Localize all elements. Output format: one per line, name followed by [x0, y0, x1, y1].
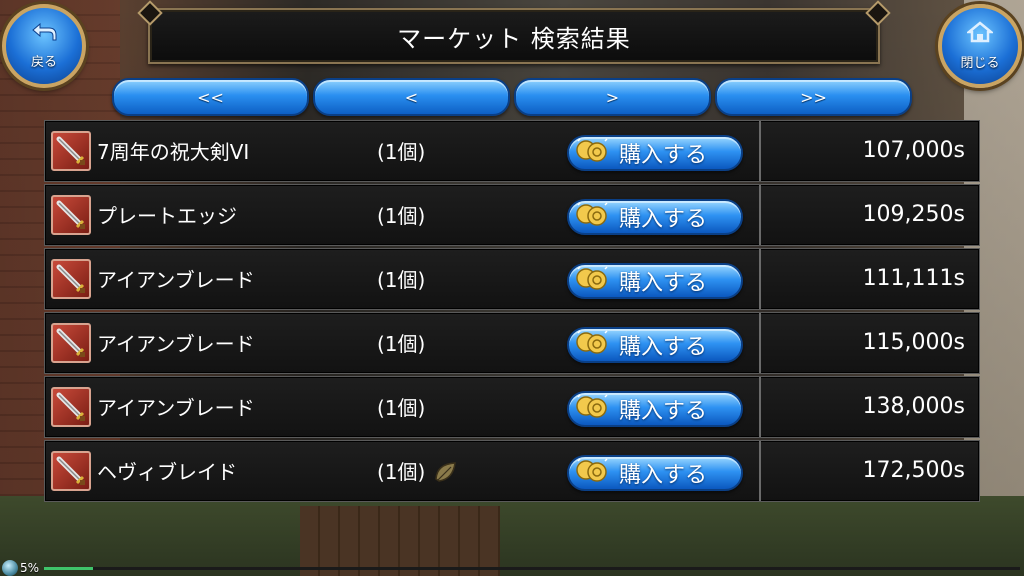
buy-label: 購入する — [619, 463, 708, 488]
page-title-bar: マーケット 検索結果 — [148, 8, 880, 64]
item-price: 115,000s — [759, 313, 979, 373]
leaf-icon — [433, 459, 459, 489]
pagination: << < > >> — [112, 78, 912, 116]
item-quantity: (1個) — [377, 332, 426, 356]
item-name: 7周年の祝大剣VI — [97, 140, 250, 164]
home-icon — [965, 21, 995, 48]
buy-label: 購入する — [619, 271, 708, 296]
buy-label: 購入する — [619, 335, 708, 360]
coin-icon — [575, 393, 609, 425]
item-price: 109,250s — [759, 185, 979, 245]
page-prev-button[interactable]: < — [313, 78, 510, 116]
item-price: 107,000s — [759, 121, 979, 181]
progress-bar — [44, 567, 1020, 570]
item-name: ヘヴィブレイド — [97, 460, 237, 484]
item-price: 111,111s — [759, 249, 979, 309]
buy-button[interactable]: 購入する — [567, 135, 743, 171]
buy-label: 購入する — [619, 207, 708, 232]
page-next-button[interactable]: > — [514, 78, 711, 116]
buy-label: 購入する — [619, 399, 708, 424]
buy-button[interactable]: 購入する — [567, 455, 743, 491]
list-item: アイアンブレード (1個) 購入する 111,111s — [44, 248, 980, 310]
buy-button[interactable]: 購入する — [567, 199, 743, 235]
sword-icon — [51, 323, 91, 363]
list-item: プレートエッジ (1個) 購入する 109,250s — [44, 184, 980, 246]
item-name: アイアンブレード — [97, 396, 255, 420]
buy-button[interactable]: 購入する — [567, 327, 743, 363]
sword-icon — [51, 131, 91, 171]
item-quantity: (1個) — [377, 268, 426, 292]
sword-icon — [51, 259, 91, 299]
coin-icon — [575, 265, 609, 297]
page-title: マーケット 検索結果 — [397, 24, 631, 53]
close-button[interactable]: 閉じる — [938, 4, 1022, 88]
sword-icon — [51, 195, 91, 235]
item-quantity: (1個) — [377, 140, 426, 164]
coin-icon — [575, 201, 609, 233]
status-percent: 5% — [20, 561, 40, 575]
coin-icon — [575, 457, 609, 489]
back-arrow-icon — [31, 22, 57, 47]
item-name: アイアンブレード — [97, 332, 255, 356]
item-name: プレートエッジ — [97, 204, 237, 228]
sword-icon — [51, 387, 91, 427]
back-label: 戻る — [30, 55, 57, 70]
buy-button[interactable]: 購入する — [567, 391, 743, 427]
coin-icon — [575, 137, 609, 169]
buy-button[interactable]: 購入する — [567, 263, 743, 299]
status-orb-icon — [2, 560, 18, 576]
list-item: 7周年の祝大剣VI (1個) 購入する 107,000s — [44, 120, 980, 182]
buy-label: 購入する — [619, 143, 708, 168]
item-price: 172,500s — [759, 441, 979, 501]
list-item: アイアンブレード (1個) 購入する 115,000s — [44, 312, 980, 374]
item-price: 138,000s — [759, 377, 979, 437]
item-quantity: (1個) — [377, 204, 426, 228]
item-quantity: (1個) — [377, 460, 426, 484]
item-name: アイアンブレード — [97, 268, 255, 292]
status-bar: 5% — [0, 560, 1024, 576]
page-last-button[interactable]: >> — [715, 78, 912, 116]
sword-icon — [51, 451, 91, 491]
item-quantity: (1個) — [377, 396, 426, 420]
list-item: ヘヴィブレイド (1個) 購入する 172,500s — [44, 440, 980, 502]
page-first-button[interactable]: << — [112, 78, 309, 116]
progress-bar-fill — [44, 567, 93, 570]
market-result-list: 7周年の祝大剣VI (1個) 購入する 107,000s プレートエッジ (1個) 購入する… — [44, 120, 980, 508]
list-item: アイアンブレード (1個) 購入する 138,000s — [44, 376, 980, 438]
back-button[interactable]: 戻る — [2, 4, 86, 88]
close-label: 閉じる — [960, 56, 1000, 71]
coin-icon — [575, 329, 609, 361]
